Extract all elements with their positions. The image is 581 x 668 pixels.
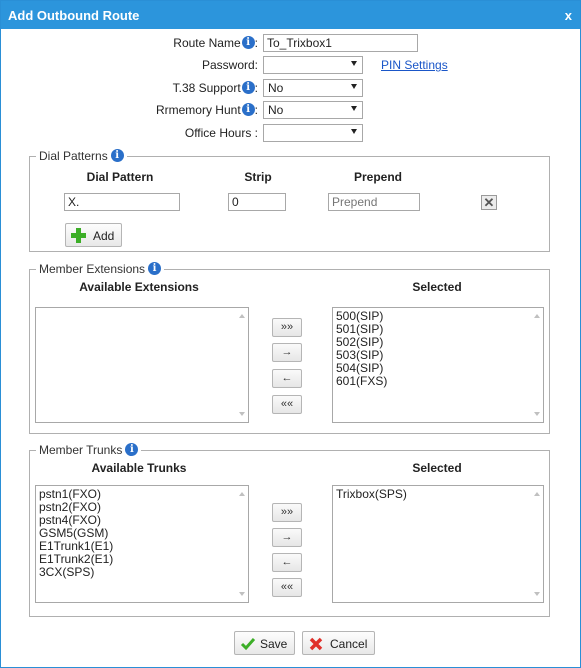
add-trunk-button[interactable]: → [272,528,302,547]
remove-all-extensions-button[interactable]: «« [272,395,302,414]
dial-patterns-legend: Dial Patterns i [36,149,127,163]
dialog-title: Add Outbound Route [8,8,140,23]
add-all-extensions-button[interactable]: »» [272,318,302,337]
scroll-up-icon[interactable] [534,492,540,496]
member-extensions-legend: Member Extensions i [36,262,165,276]
remove-extension-button[interactable]: ← [272,369,302,388]
save-label: Save [260,637,288,651]
rrmemory-row: Rrmemory Hunt i: No [1,101,580,119]
rrmemory-select[interactable]: No [263,101,363,119]
close-icon[interactable]: x [565,8,572,23]
chevron-down-icon [351,106,357,111]
chevron-down-icon [351,129,357,134]
dial-patterns-legend-text: Dial Patterns [39,149,108,163]
dialog-titlebar: Add Outbound Route x [1,1,580,29]
office-hours-select[interactable] [263,124,363,142]
selected-extensions-header: Selected [412,280,462,294]
dial-patterns-fieldset: Dial Patterns i Dial Pattern Strip Prepen… [29,149,550,252]
available-trunks-header: Available Trunks [91,461,187,475]
add-all-trunks-button[interactable]: »» [272,503,302,522]
scroll-down-icon[interactable] [534,412,540,416]
add-label: Add [93,229,115,243]
rrmemory-value: No [268,103,284,117]
password-row: Password: PIN Settings [1,56,580,74]
rrmemory-label: Rrmemory Hunt [155,103,241,117]
info-icon[interactable]: i [241,81,255,94]
selected-extensions-list[interactable]: 500(SIP) 501(SIP) 502(SIP) 503(SIP) 504(SIP)… [332,307,544,423]
rrmemory-label-wrap: Rrmemory Hunt i: [155,103,258,117]
office-hours-label: Office Hours : [184,126,258,140]
member-extensions-legend-text: Member Extensions [39,262,146,276]
t38-select[interactable]: No [263,79,363,97]
route-name-label-wrap: Route Name i: [173,36,258,50]
available-extensions-list[interactable] [35,307,249,423]
t38-value: No [268,81,284,95]
chevron-down-icon [351,61,357,66]
list-item[interactable]: 3CX(SPS) [39,566,245,579]
office-hours-row: Office Hours : [1,124,580,142]
member-extensions-fieldset: Member Extensions i Available Extensions … [29,262,550,434]
t38-row: T.38 Support i: No [1,79,580,97]
dial-pattern-input[interactable] [64,193,180,211]
t38-label: T.38 Support [172,81,241,95]
cancel-button[interactable]: Cancel [302,631,375,655]
chevron-down-icon [351,84,357,89]
available-extensions-header: Available Extensions [79,280,199,294]
scroll-down-icon[interactable] [239,592,245,596]
info-icon[interactable]: i [125,443,139,456]
remove-all-trunks-button[interactable]: «« [272,578,302,597]
save-button[interactable]: Save [234,631,295,655]
dial-pattern-header: Dial Pattern [86,170,154,184]
scroll-down-icon[interactable] [534,592,540,596]
member-trunks-fieldset: Member Trunks i Available Trunks Selected… [29,443,550,617]
prepend-input[interactable] [328,193,420,211]
t38-label-wrap: T.38 Support i: [172,81,258,95]
selected-trunks-list[interactable]: Trixbox(SPS) [332,485,544,603]
strip-header: Strip [244,170,272,184]
route-name-input[interactable] [263,34,418,52]
pin-settings-link[interactable]: PIN Settings [381,58,448,72]
prepend-header: Prepend [353,170,402,184]
plus-icon [70,227,86,243]
add-pattern-button[interactable]: Add [65,223,122,247]
selected-trunks-header: Selected [412,461,462,475]
cancel-label: Cancel [330,637,368,651]
list-item[interactable]: Trixbox(SPS) [336,488,540,501]
scroll-down-icon[interactable] [239,412,245,416]
info-icon[interactable]: i [241,103,255,116]
add-extension-button[interactable]: → [272,343,302,362]
scroll-up-icon[interactable] [534,314,540,318]
cancel-x-icon [309,637,323,651]
member-trunks-legend-text: Member Trunks [39,443,123,457]
route-name-row: Route Name i: [1,34,580,52]
strip-input[interactable] [228,193,286,211]
available-trunks-list[interactable]: pstn1(FXO) pstn2(FXO) pstn4(FXO) GSM5(GSM) E… [35,485,249,603]
info-icon[interactable]: i [148,262,162,275]
route-name-label: Route Name [173,36,241,50]
check-icon [240,638,256,651]
password-label: Password: [201,58,258,72]
scroll-up-icon[interactable] [239,314,245,318]
info-icon[interactable]: i [241,36,255,49]
list-item[interactable]: 601(FXS) [336,375,540,388]
member-trunks-legend: Member Trunks i [36,443,142,457]
add-outbound-route-dialog: Add Outbound Route x Route Namei: Passwo… [0,0,581,668]
remove-trunk-button[interactable]: ← [272,553,302,572]
info-icon[interactable]: i [110,149,124,162]
delete-pattern-icon[interactable]: ✕ [481,195,497,210]
password-select[interactable] [263,56,363,74]
scroll-up-icon[interactable] [239,492,245,496]
